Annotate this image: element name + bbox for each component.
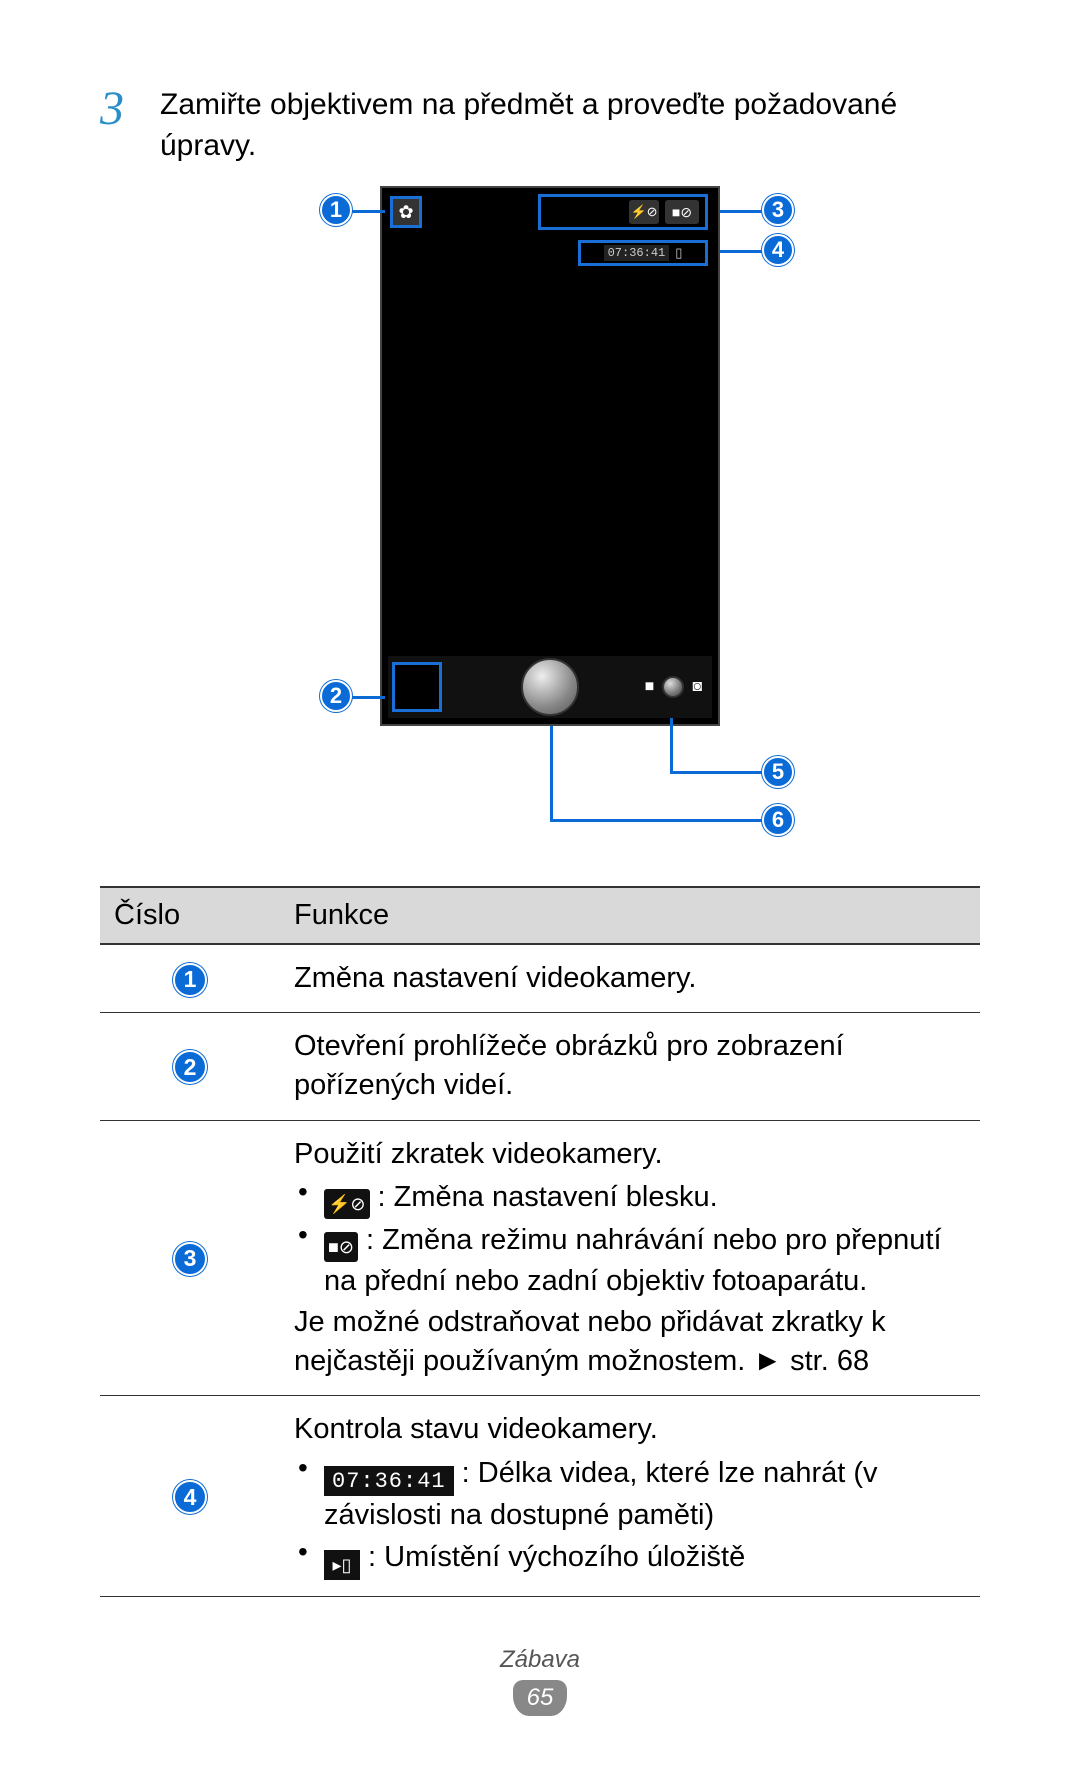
camcorder-mode-icon: ■⊘ bbox=[324, 1232, 358, 1262]
page-number: 65 bbox=[513, 1680, 567, 1716]
status-indicator: 07:36:41 ▯ bbox=[578, 240, 708, 266]
time-remaining: 07:36:41 bbox=[604, 245, 670, 261]
row-badge-3: 3 bbox=[173, 1242, 207, 1276]
row-badge-4: 4 bbox=[173, 1480, 207, 1514]
table-row: 1 Změna nastavení videokamery. bbox=[100, 944, 980, 1013]
callout-3: 3 bbox=[762, 194, 794, 226]
camcorder-mode-icon: ■⊘ bbox=[665, 200, 699, 224]
row-text-1: Změna nastavení videokamery. bbox=[280, 944, 980, 1013]
callout-6: 6 bbox=[762, 804, 794, 836]
video-icon: ■ bbox=[645, 678, 655, 696]
phone-diagram: ✿ ⚡⊘ ■⊘ 07:36:41 ▯ ■ ◙ 1 2 bbox=[230, 186, 850, 846]
function-table: Číslo Funkce 1 Změna nastavení videokame… bbox=[100, 886, 980, 1597]
page-footer: Zábava 65 bbox=[0, 1646, 1080, 1716]
shutter-button bbox=[521, 658, 579, 716]
storage-location-icon: ▸▯ bbox=[324, 1550, 360, 1580]
step-number: 3 bbox=[100, 85, 160, 133]
callout-1: 1 bbox=[320, 194, 352, 226]
callout-5: 5 bbox=[762, 756, 794, 788]
header-function: Funkce bbox=[280, 887, 980, 944]
shortcut-bar: ⚡⊘ ■⊘ bbox=[538, 194, 708, 230]
header-number: Číslo bbox=[100, 887, 280, 944]
storage-icon: ▯ bbox=[675, 245, 682, 261]
row-badge-2: 2 bbox=[173, 1050, 207, 1084]
row-text-2: Otevření prohlížeče obrázků pro zobrazen… bbox=[280, 1013, 980, 1120]
section-title: Zábava bbox=[0, 1646, 1080, 1674]
row-text-4: Kontrola stavu videokamery. 07:36:41 : D… bbox=[280, 1396, 980, 1596]
callout-4: 4 bbox=[762, 234, 794, 266]
toggle-dot bbox=[662, 676, 684, 698]
time-remaining-icon: 07:36:41 bbox=[324, 1466, 454, 1496]
mode-toggle: ■ ◙ bbox=[645, 676, 702, 698]
gear-icon: ✿ bbox=[390, 196, 422, 228]
flash-off-icon: ⚡⊘ bbox=[324, 1189, 370, 1219]
gallery-thumbnail bbox=[392, 662, 442, 712]
bottom-bar: ■ ◙ bbox=[388, 656, 712, 718]
phone-screen: ✿ ⚡⊘ ■⊘ 07:36:41 ▯ ■ ◙ bbox=[380, 186, 720, 726]
table-row: 2 Otevření prohlížeče obrázků pro zobraz… bbox=[100, 1013, 980, 1120]
step-text: Zamiřte objektivem na předmět a proveďte… bbox=[160, 85, 980, 166]
table-row: 3 Použití zkratek videokamery. ⚡⊘ : Změn… bbox=[100, 1120, 980, 1396]
row-badge-1: 1 bbox=[173, 963, 207, 997]
camera-icon: ◙ bbox=[692, 678, 702, 696]
row-text-3: Použití zkratek videokamery. ⚡⊘ : Změna … bbox=[280, 1120, 980, 1396]
table-row: 4 Kontrola stavu videokamery. 07:36:41 :… bbox=[100, 1396, 980, 1596]
instruction-step: 3 Zamiřte objektivem na předmět a proveď… bbox=[100, 85, 980, 166]
callout-2: 2 bbox=[320, 680, 352, 712]
flash-off-icon: ⚡⊘ bbox=[629, 200, 659, 224]
